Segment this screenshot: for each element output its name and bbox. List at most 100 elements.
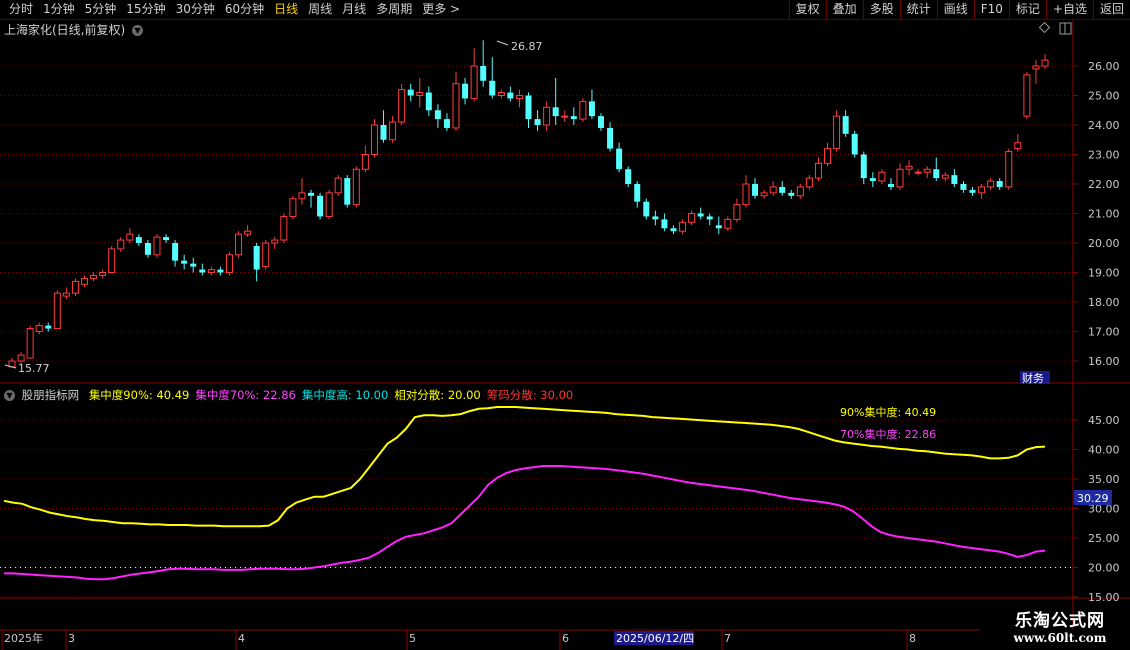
indicator-tick-label: 40.00 bbox=[1088, 444, 1120, 457]
candle bbox=[262, 240, 270, 270]
candle-body bbox=[588, 101, 595, 117]
candle bbox=[280, 213, 288, 243]
candle-body bbox=[923, 168, 931, 173]
candle bbox=[480, 40, 487, 87]
candle bbox=[824, 142, 832, 167]
x-axis-label: 8 bbox=[909, 632, 916, 645]
candle-body bbox=[253, 245, 260, 270]
candle bbox=[425, 86, 432, 117]
candle bbox=[597, 113, 604, 131]
candle bbox=[796, 184, 804, 199]
candle-body bbox=[244, 230, 252, 235]
candle bbox=[71, 278, 79, 297]
candle-body bbox=[190, 263, 197, 267]
candle bbox=[833, 110, 841, 152]
candle-body bbox=[225, 254, 233, 274]
indicator-value: 集中度90%: 40.49 bbox=[88, 388, 190, 402]
price-tick-label: 18.00 bbox=[1088, 296, 1120, 309]
candle-body bbox=[108, 248, 116, 273]
indicator-value: 集中度高: 10.00 bbox=[301, 388, 389, 402]
diamond-icon[interactable] bbox=[1038, 21, 1051, 34]
candle-body bbox=[271, 239, 279, 244]
candle-body bbox=[35, 325, 43, 333]
kline-chart[interactable]: 26.00 25.00 24.00 23.00 22.00 21.00 20.00 19.00… bbox=[0, 0, 1130, 650]
indicator-tick-label: 45.00 bbox=[1088, 414, 1120, 427]
x-axis-label: 6 bbox=[562, 632, 569, 645]
candle-body bbox=[570, 116, 577, 120]
candle bbox=[172, 240, 179, 267]
candle bbox=[225, 251, 233, 276]
candle-body bbox=[805, 177, 813, 188]
candle bbox=[489, 57, 496, 99]
candle bbox=[153, 234, 161, 258]
candle-body bbox=[452, 83, 460, 129]
candle-body bbox=[561, 115, 569, 118]
chevron-down-icon[interactable]: ▼ bbox=[4, 390, 15, 401]
candle-body bbox=[497, 92, 505, 97]
candle bbox=[941, 172, 949, 182]
candle-body bbox=[597, 116, 604, 128]
candle-body bbox=[905, 165, 913, 170]
candle bbox=[26, 325, 34, 359]
candle-body bbox=[779, 186, 786, 193]
candle bbox=[99, 269, 107, 279]
candle-body bbox=[688, 213, 696, 223]
window-toggle-icon[interactable] bbox=[1059, 22, 1072, 35]
candle-body bbox=[507, 92, 514, 99]
x-axis-label: 7 bbox=[724, 632, 731, 645]
candle bbox=[199, 263, 206, 276]
main-grid bbox=[0, 65, 1073, 362]
candle bbox=[452, 71, 460, 131]
candle-body bbox=[579, 100, 587, 120]
candle-body bbox=[552, 107, 559, 117]
candle-body bbox=[199, 269, 206, 273]
candle-body bbox=[697, 213, 704, 217]
candle bbox=[769, 181, 777, 196]
candle-body bbox=[344, 178, 351, 205]
candle-body bbox=[851, 133, 858, 155]
current-value-label: 30.29 bbox=[1077, 492, 1109, 505]
candle bbox=[497, 89, 505, 99]
x-axis-label: 5 bbox=[409, 632, 416, 645]
cursor-date-label: 2025/06/12/四 bbox=[616, 632, 694, 645]
candle-body bbox=[742, 183, 750, 206]
candle-body bbox=[969, 189, 976, 193]
watermark-title: 乐淘公式网 bbox=[1015, 611, 1105, 631]
candle-body bbox=[515, 95, 523, 99]
candle bbox=[860, 151, 867, 184]
candle bbox=[779, 181, 786, 196]
candle bbox=[1005, 148, 1013, 190]
candle bbox=[625, 166, 632, 187]
indicator-name[interactable]: 股朋指标网 bbox=[22, 388, 80, 402]
candle-body bbox=[987, 180, 995, 188]
candle bbox=[334, 175, 342, 196]
indicator-value: 相对分散: 20.00 bbox=[394, 388, 481, 402]
candle bbox=[380, 110, 387, 143]
candle-body bbox=[634, 184, 641, 202]
candle-body bbox=[144, 243, 151, 255]
candle bbox=[616, 142, 623, 173]
candle bbox=[462, 77, 469, 105]
candle bbox=[960, 181, 967, 193]
indicator-tick-label: 25.00 bbox=[1088, 532, 1120, 545]
candle bbox=[869, 172, 876, 187]
low-price-label: 15.77 bbox=[18, 362, 50, 375]
candle bbox=[515, 89, 523, 108]
candle bbox=[62, 287, 70, 300]
candle bbox=[80, 275, 88, 288]
candle bbox=[117, 237, 125, 252]
candle bbox=[652, 210, 659, 226]
candle bbox=[53, 290, 61, 330]
candle bbox=[724, 216, 732, 232]
candle bbox=[534, 110, 541, 131]
x-axis-label: 2025年 bbox=[4, 631, 43, 645]
candle-body bbox=[607, 127, 614, 149]
candle bbox=[588, 89, 595, 120]
candle-body bbox=[352, 168, 360, 206]
candle bbox=[742, 175, 750, 208]
candle-body bbox=[525, 95, 532, 120]
candle bbox=[670, 225, 677, 235]
candle bbox=[407, 83, 414, 102]
candle bbox=[317, 192, 324, 220]
candle-body bbox=[71, 280, 79, 294]
